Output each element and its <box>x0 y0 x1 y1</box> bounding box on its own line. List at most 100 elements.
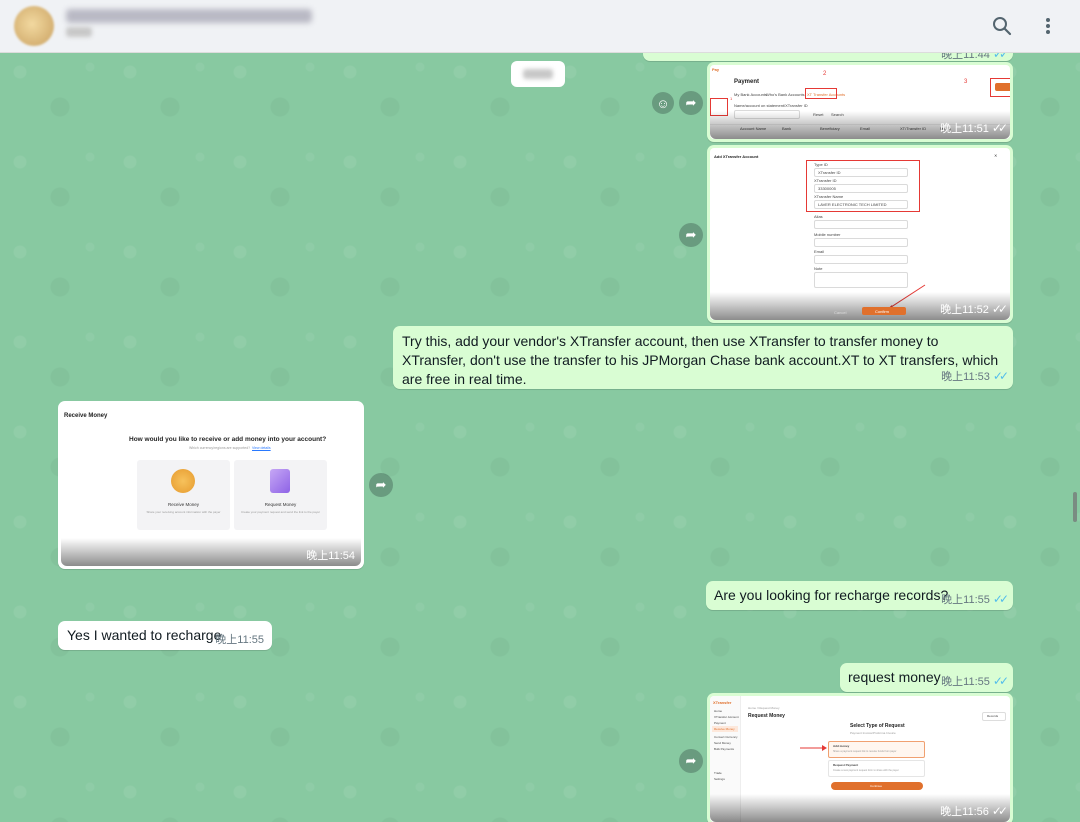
read-ticks-icon: ✓✓ <box>992 369 1009 383</box>
message-bubble-text-3[interactable]: Yes I wanted to recharge 晚上11:55 <box>58 621 272 650</box>
message-bubble-text-1[interactable]: Try this, add your vendor's XTransfer ac… <box>393 326 1013 389</box>
close-icon: ✕ <box>994 153 998 158</box>
read-ticks-icon: ✓✓ <box>991 121 1008 135</box>
continue-label: Continue <box>870 784 883 788</box>
search-icon[interactable] <box>988 12 1016 40</box>
request-card: Request Money Create your payment reques… <box>234 460 327 530</box>
side-item: Convert Currency <box>714 735 738 739</box>
forward-icon[interactable]: ➦ <box>679 749 703 773</box>
message-time: 晚上11:55 ✓✓ <box>941 673 1009 689</box>
message-bubble-partial[interactable]: 晚上11:44 ✓✓ <box>643 52 1013 61</box>
time-text: 晚上11:55 <box>215 634 264 646</box>
annotation-number-2: 2 <box>823 71 827 77</box>
contact-status <box>66 27 92 37</box>
cancel-label: Cancel <box>834 310 847 315</box>
annotation-box-add <box>990 78 1010 97</box>
side-item-active: Receive Money <box>714 727 735 731</box>
message-text: Are you looking for recharge records? <box>714 587 949 603</box>
message-bubble-text-2[interactable]: Are you looking for recharge records? 晚上… <box>706 581 1013 610</box>
search-field-label: Name/account on statement/XTransfer ID <box>734 103 808 108</box>
card-desc: Share your receiving account information… <box>146 510 221 514</box>
more-vertical-icon[interactable] <box>1034 12 1062 40</box>
contact-name[interactable] <box>66 9 312 23</box>
side-item: Home <box>714 709 723 713</box>
read-ticks-icon: ✓✓ <box>992 52 1009 61</box>
screenshot-title: Payment <box>734 79 760 85</box>
read-ticks-icon: ✓✓ <box>992 592 1009 606</box>
card-desc: Create your payment request and send the… <box>240 510 321 514</box>
screenshot-subline: Which currency/regions are supported? <box>189 446 251 450</box>
time-text: 晚上11:54 <box>306 550 355 562</box>
message-text: Try this, add your vendor's XTransfer ac… <box>402 333 999 387</box>
message-time: 晚上11:52 ✓✓ <box>940 301 1008 317</box>
option-title: Add money <box>833 744 850 748</box>
field-label-note: Note <box>814 266 823 271</box>
image-message-2[interactable]: Add XTransfer Account ✕ Type ID XTransfe… <box>707 145 1013 323</box>
field-email <box>814 255 908 264</box>
image-message-4[interactable]: XTransfer Home XTransfer Account Payment… <box>707 693 1013 822</box>
image-message-3[interactable]: Receive Money How would you like to rece… <box>58 401 364 569</box>
annotation-arrow <box>800 745 827 751</box>
search-icon-glyph <box>993 17 1012 36</box>
time-text: 晚上11:53 <box>941 371 990 383</box>
field-value-name: LAVER ELECTRONIC TECH LIMITED <box>818 202 887 207</box>
receive-money-screenshot[interactable]: Receive Money How would you like to rece… <box>61 404 361 566</box>
message-bubble-text-4[interactable]: request money 晚上11:55 ✓✓ <box>840 663 1013 692</box>
field-label-mobile: Mobile number <box>814 232 841 237</box>
message-text: Yes I wanted to recharge <box>67 627 222 643</box>
message-time: 晚上11:53 ✓✓ <box>941 368 1009 384</box>
field-mobile <box>814 238 908 247</box>
annotation-number-3: 3 <box>964 79 968 85</box>
message-time: 晚上11:55 <box>215 631 264 647</box>
brand-mark: Pay <box>712 67 720 72</box>
annotation-number-1: 1 <box>730 96 733 101</box>
side-item: Settings <box>714 777 725 781</box>
option-request-payment: Request Payment Create a new payment req… <box>828 760 925 777</box>
breadcrumb: Home / Request Money <box>748 706 780 710</box>
side-item: Trade <box>714 771 722 775</box>
scrollbar-thumb[interactable] <box>1073 492 1077 522</box>
field-alias <box>814 220 908 229</box>
brand-mark: XTransfer <box>713 700 732 705</box>
contact-avatar[interactable] <box>14 6 54 46</box>
add-account-screenshot[interactable]: Add XTransfer Account ✕ Type ID XTransfe… <box>710 148 1010 320</box>
image-message-1[interactable]: Pay Payment 2 3 1 My Bank Accounts Who's… <box>707 62 1013 142</box>
field-label-email: Email <box>814 249 825 254</box>
message-list[interactable]: 晚上11:44✓✓ date ☺ ➦ Pay Payment 2 3 1 My … <box>0 52 1080 822</box>
field-label-alias: Alias <box>814 214 823 219</box>
card-title: Request Money <box>264 502 297 507</box>
option-desc: Share a payment request link to receive … <box>833 750 897 753</box>
side-item: Send Money <box>714 741 731 745</box>
receive-card: Receive Money Share your receiving accou… <box>137 460 230 530</box>
option-desc: Create a new payment request form to sha… <box>833 769 899 772</box>
side-item: Payment <box>714 721 726 725</box>
time-text: 晚上11:55 <box>941 676 990 688</box>
screenshot-title: Add XTransfer Account <box>714 154 759 159</box>
field-label-id: XTransfer ID <box>814 178 837 183</box>
date-chip: date <box>511 61 565 87</box>
time-text: 晚上11:52 <box>940 304 989 316</box>
field-label-name: XTransfer Name <box>814 194 844 199</box>
screenshot-title: Request Money <box>748 713 785 719</box>
read-ticks-icon: ✓✓ <box>991 302 1008 316</box>
side-item: XTransfer Account <box>714 715 739 719</box>
time-text: 晚上11:56 <box>940 806 989 818</box>
field-value-id: 33300005 <box>818 186 836 191</box>
option-add-money: Add money Share a payment request link t… <box>828 741 925 758</box>
menu-dots-glyph <box>1046 18 1050 34</box>
payment-screenshot[interactable]: Pay Payment 2 3 1 My Bank Accounts Who's… <box>710 65 1010 139</box>
view-details-link: View details <box>252 446 271 450</box>
message-time: 晚上11:51 ✓✓ <box>940 120 1008 136</box>
message-time: 晚上11:44 ✓✓ <box>941 52 1009 62</box>
records-label: Records <box>987 714 999 718</box>
emoji-react-icon[interactable]: ☺ <box>652 92 674 114</box>
tab-whos-bank: Who's Bank Accounts <box>766 92 805 97</box>
forward-icon[interactable]: ➦ <box>679 91 703 115</box>
field-value-type: XTransfer ID <box>818 170 841 175</box>
confirm-label: Confirm <box>875 309 890 314</box>
coin-icon <box>171 469 195 493</box>
request-money-screenshot[interactable]: XTransfer Home XTransfer Account Payment… <box>710 696 1010 822</box>
field-label-type: Type ID <box>814 162 828 167</box>
forward-icon[interactable]: ➦ <box>369 473 393 497</box>
forward-icon[interactable]: ➦ <box>679 223 703 247</box>
